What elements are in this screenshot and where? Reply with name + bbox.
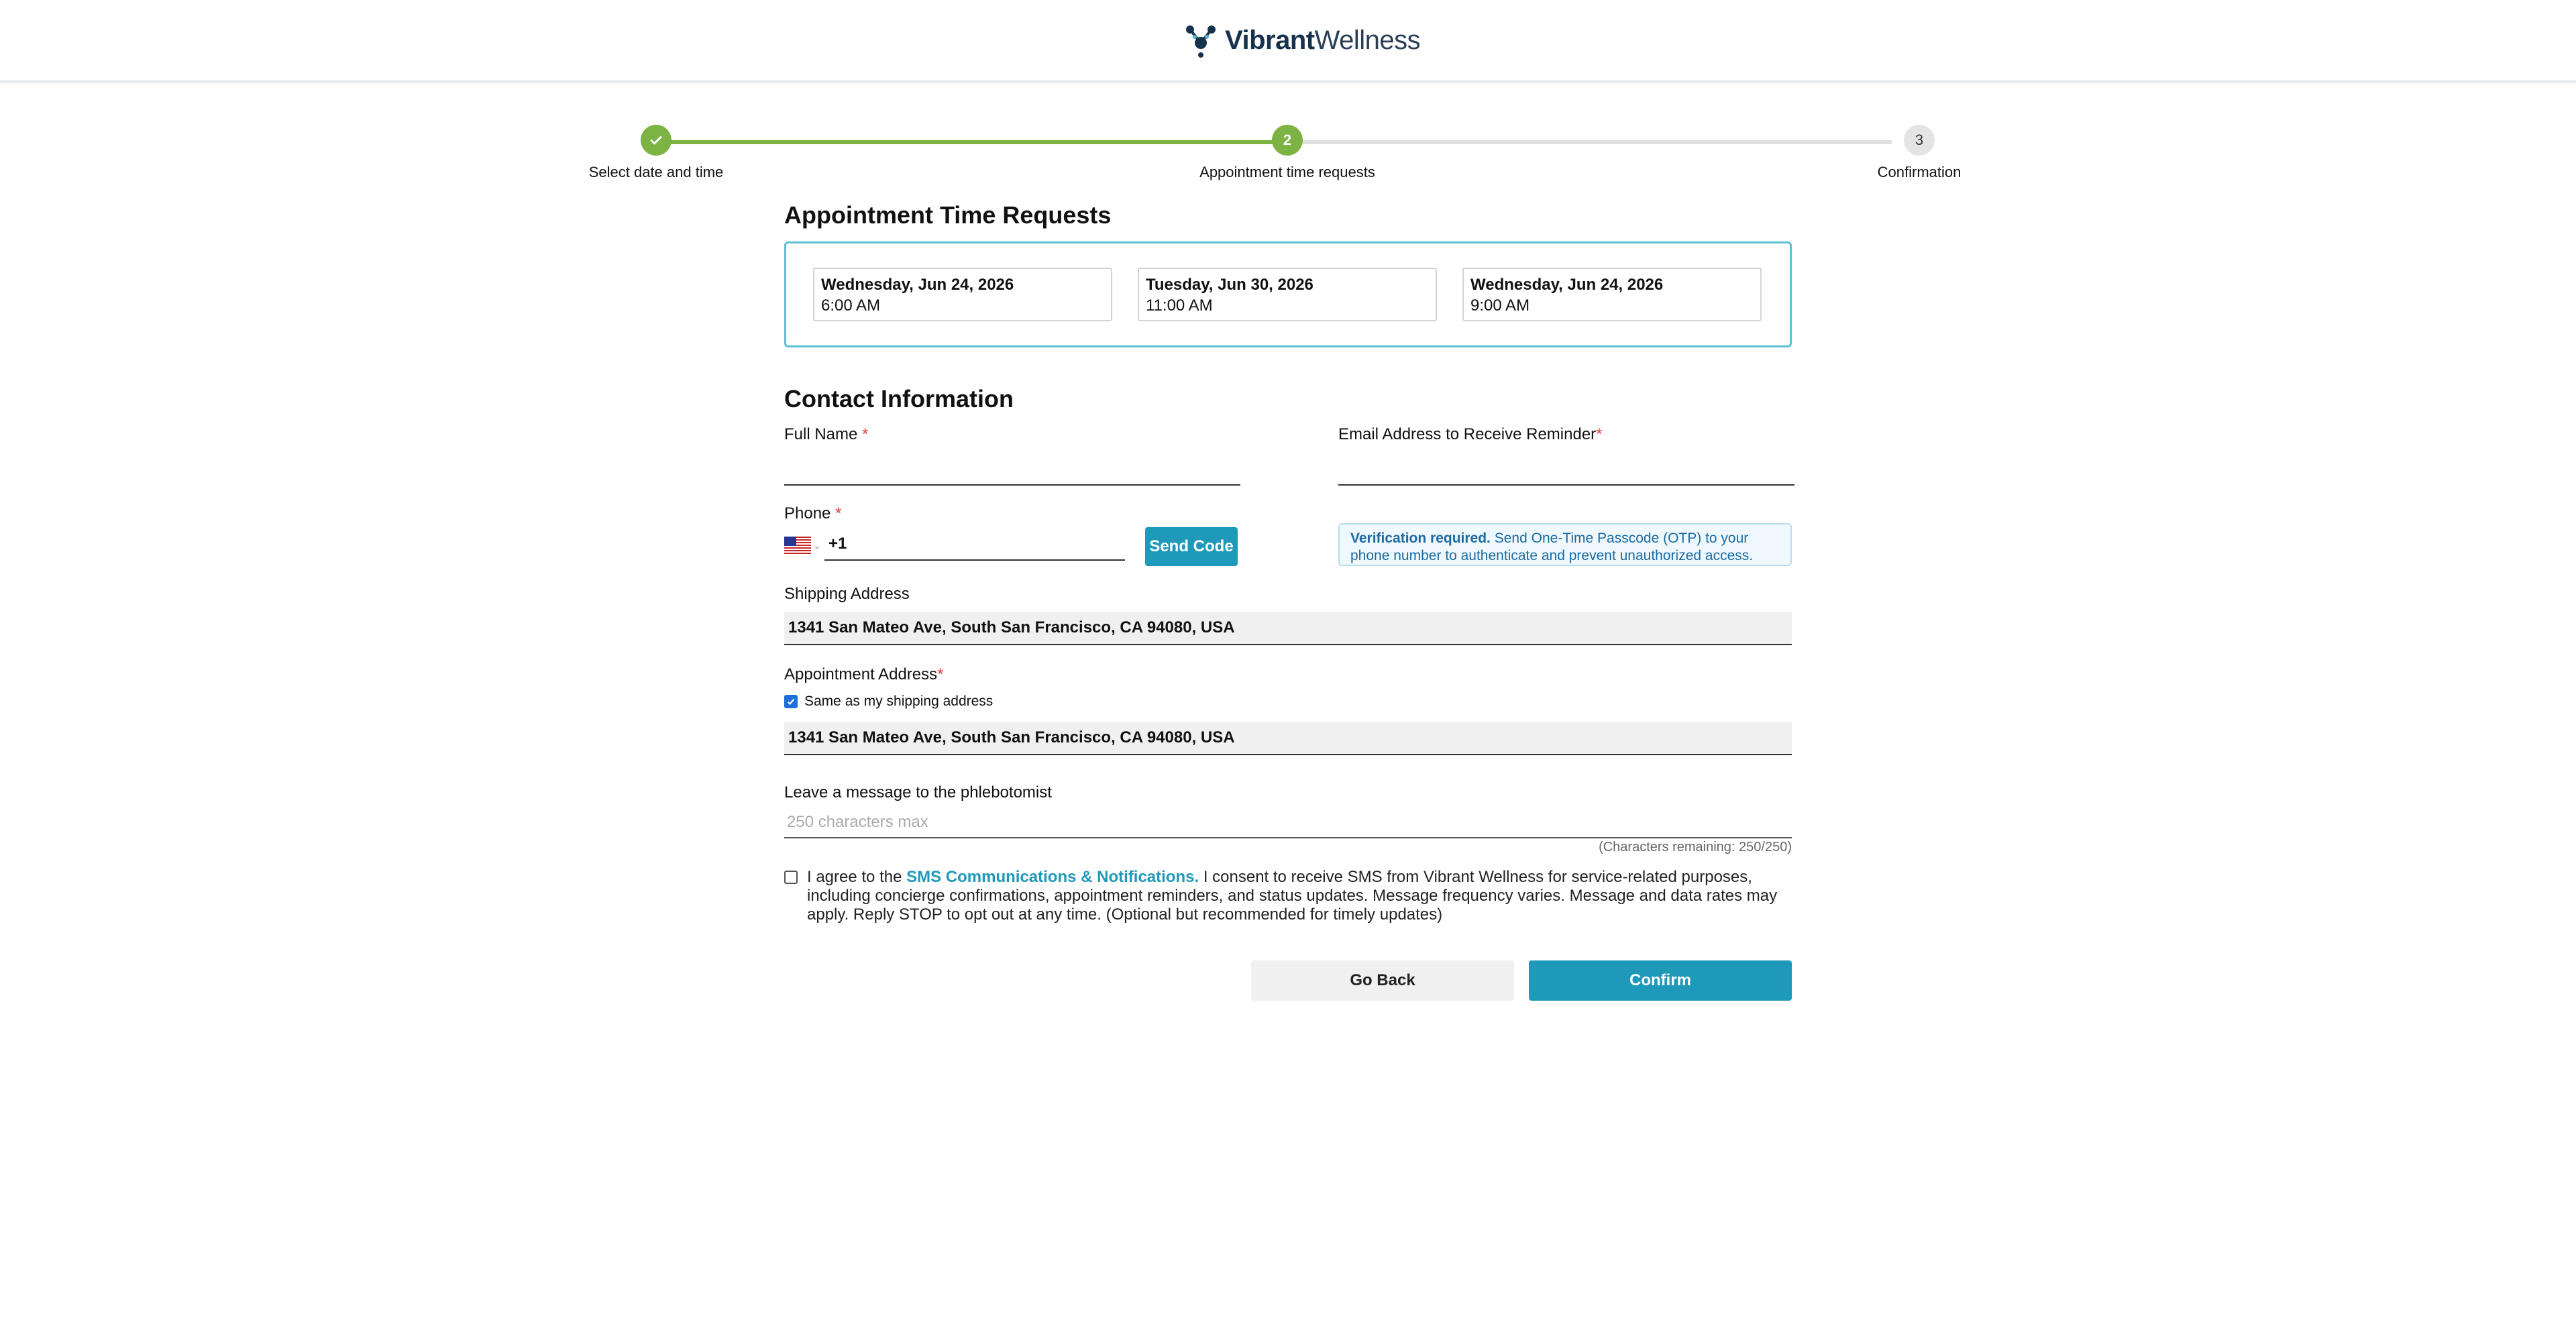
progress-stepper: Select date and time 2 Appointment time … (589, 125, 1999, 192)
phone-label: Phone * (784, 504, 842, 522)
appointment-address-label: Appointment Address* (784, 665, 944, 683)
confirm-button[interactable]: Confirm (1529, 960, 1792, 1001)
step-time-requests: 2 Appointment time requests (1187, 125, 1388, 181)
email-label: Email Address to Receive Reminder* (1338, 425, 1603, 443)
go-back-button[interactable]: Go Back (1251, 960, 1514, 1001)
contact-title: Contact Information (784, 385, 1014, 412)
appointment-form: Appointment Time Requests Wednesday, Jun… (784, 201, 1794, 1001)
request-date: Wednesday, Jun 24, 2026 (821, 276, 1014, 294)
logo-icon (1186, 25, 1216, 58)
step-number: 3 (1904, 125, 1935, 156)
request-date: Wednesday, Jun 24, 2026 (1470, 276, 1664, 294)
us-flag-icon (784, 537, 811, 554)
phone-input[interactable]: +1 (824, 529, 1125, 561)
step-label: Appointment time requests (1199, 164, 1375, 180)
time-requests-box: Wednesday, Jun 24, 2026 6:00 AM Tuesday,… (784, 241, 1792, 347)
requests-title: Appointment Time Requests (784, 201, 1112, 229)
characters-remaining: (Characters remaining: 250/250) (1599, 840, 1792, 854)
sms-consent-checkbox[interactable] (784, 871, 798, 884)
sms-consent-text: I agree to the SMS Communications & Noti… (807, 868, 1778, 924)
same-as-shipping-row[interactable]: Same as my shipping address (784, 694, 1792, 710)
message-label: Leave a message to the phlebotomist (784, 783, 1052, 801)
shipping-label: Shipping Address (784, 585, 910, 603)
verification-notice: Verification required. Send One-Time Pas… (1338, 523, 1792, 566)
full-name-group: Full Name * (784, 425, 1240, 486)
step-confirmation: 3 Confirmation (1819, 125, 2020, 181)
step-number: 2 (1272, 125, 1303, 156)
message-input[interactable]: 250 characters max (784, 808, 1792, 838)
shipping-group: Shipping Address 1341 San Mateo Ave, Sou… (784, 585, 1792, 645)
chevron-down-icon: ⌄ (813, 539, 821, 551)
same-as-shipping-label: Same as my shipping address (804, 694, 994, 709)
shipping-address-field[interactable]: 1341 San Mateo Ave, South San Francisco,… (784, 612, 1792, 645)
email-group: Email Address to Receive Reminder* (1338, 425, 1794, 486)
send-code-button[interactable]: Send Code (1145, 527, 1238, 566)
request-time: 6:00 AM (821, 296, 881, 315)
request-date: Tuesday, Jun 30, 2026 (1146, 276, 1313, 294)
vibrant-wellness-logo[interactable]: VibrantWellness (1183, 21, 1421, 59)
brand-name: VibrantWellness (1225, 25, 1421, 55)
time-request-card: Tuesday, Jun 30, 2026 11:00 AM (1138, 268, 1437, 321)
appointment-address-field[interactable]: 1341 San Mateo Ave, South San Francisco,… (784, 722, 1792, 755)
email-input[interactable] (1338, 453, 1794, 486)
step-label: Select date and time (588, 164, 724, 180)
full-name-label: Full Name * (784, 425, 869, 443)
request-time: 11:00 AM (1146, 296, 1213, 315)
time-request-card: Wednesday, Jun 24, 2026 9:00 AM (1462, 268, 1762, 321)
same-as-shipping-checkbox[interactable] (784, 695, 798, 708)
time-request-card: Wednesday, Jun 24, 2026 6:00 AM (813, 268, 1112, 321)
step-label: Confirmation (1877, 164, 1962, 180)
message-group: Leave a message to the phlebotomist 250 … (784, 783, 1792, 855)
check-icon (641, 125, 672, 156)
phone-prefix: +1 (828, 535, 847, 553)
sms-terms-link[interactable]: SMS Communications & Notifications. (906, 868, 1199, 886)
step-select-date: Select date and time (555, 125, 757, 181)
request-time: 9:00 AM (1470, 296, 1530, 315)
country-selector[interactable]: ⌄ (784, 534, 824, 557)
appointment-address-group: Appointment Address* Same as my shipping… (784, 665, 1792, 755)
top-header: VibrantWellness (0, 0, 2576, 82)
full-name-input[interactable] (784, 453, 1240, 486)
sms-consent-row: I agree to the SMS Communications & Noti… (784, 868, 1792, 924)
